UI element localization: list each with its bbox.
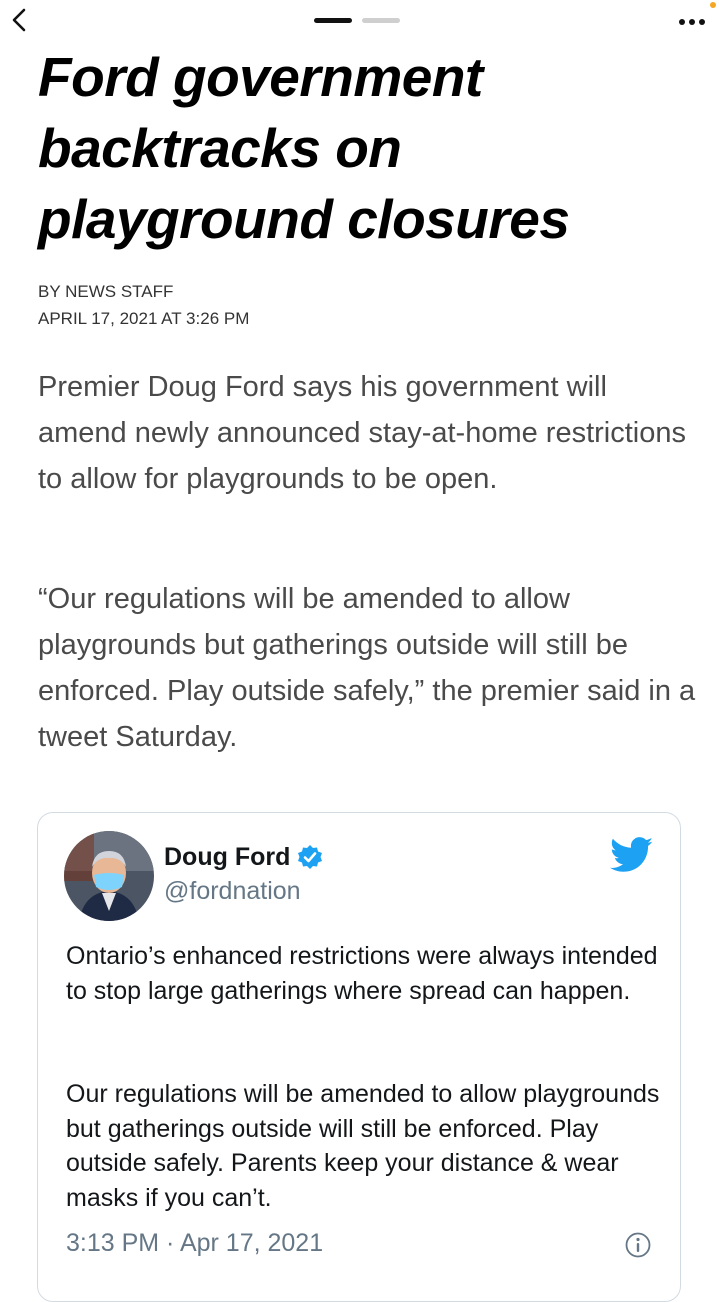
- article-paragraph: “Our regulations will be amended to allo…: [38, 583, 696, 753]
- tweet-author-name[interactable]: Doug Ford: [164, 843, 324, 872]
- top-bar: [0, 0, 719, 44]
- avatar[interactable]: [64, 831, 154, 921]
- verified-badge-icon: [298, 844, 323, 869]
- chevron-left-icon[interactable]: [6, 6, 34, 34]
- tweet-text: Our regulations will be amended to allow…: [66, 1080, 660, 1212]
- more-dots-icon[interactable]: [676, 8, 712, 32]
- tweet-text: Ontario’s enhanced restrictions were alw…: [66, 942, 658, 1005]
- embedded-tweet[interactable]: Doug Ford @fordnation Ontario’s enhanced…: [37, 812, 681, 1302]
- page-indicator: [314, 18, 400, 23]
- page-dot-active[interactable]: [314, 18, 352, 23]
- info-icon[interactable]: [624, 1231, 652, 1259]
- tweet-author-name-text[interactable]: Doug Ford: [164, 843, 290, 872]
- tweet-author-handle[interactable]: @fordnation: [164, 877, 301, 906]
- notification-dot: [710, 2, 716, 8]
- article-headline: Ford government backtracks on playground…: [38, 46, 570, 250]
- article-byline: BY NEWS STAFF: [38, 282, 174, 301]
- tweet-timestamp[interactable]: 3:13 PM · Apr 17, 2021: [66, 1229, 323, 1258]
- page-dot[interactable]: [362, 18, 400, 23]
- article-paragraph: Premier Doug Ford says his government wi…: [38, 371, 686, 495]
- article-dateline: APRIL 17, 2021 AT 3:26 PM: [38, 309, 250, 328]
- twitter-bird-icon[interactable]: [610, 837, 654, 873]
